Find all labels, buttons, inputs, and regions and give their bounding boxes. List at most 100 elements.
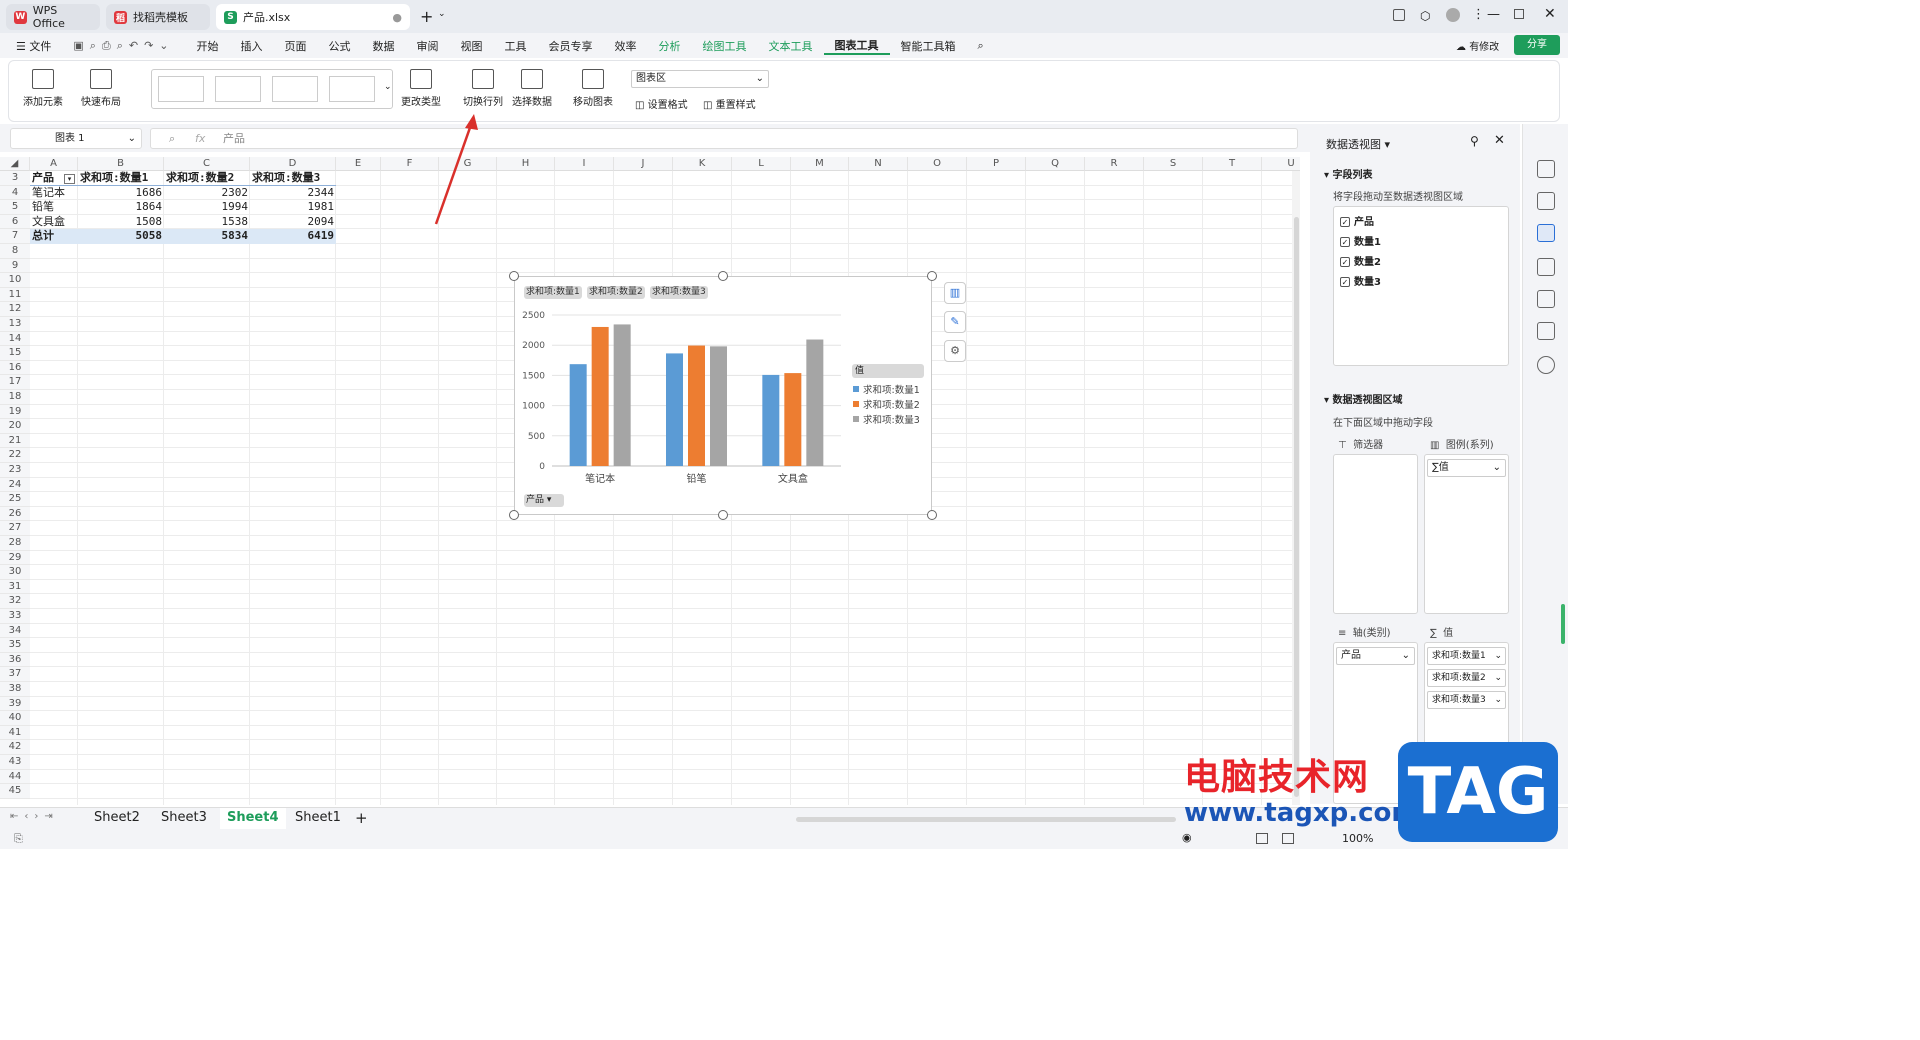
chart-elements-button[interactable]: ▥ [944, 282, 966, 304]
row-header[interactable]: 17 [0, 375, 30, 390]
pivot-cell[interactable]: 铅笔 [30, 200, 78, 215]
legend-field-item[interactable]: ∑值 ⌄ [1427, 459, 1506, 477]
pivot-cell[interactable]: 1994 [164, 200, 250, 215]
column-header[interactable]: N [849, 157, 908, 171]
tools-icon[interactable] [1537, 290, 1555, 308]
pivot-chart[interactable]: 求和项:数量1 求和项:数量2 求和项:数量3 2500 2000 1500 1000 50… [514, 276, 932, 515]
bar[interactable] [762, 374, 780, 466]
chart-style-gallery[interactable]: ⌄ [151, 69, 393, 109]
sheet-tab[interactable]: Sheet3 [161, 810, 207, 825]
share-button[interactable]: 分享 [1514, 35, 1560, 55]
add-sheet-icon[interactable]: + [355, 809, 368, 827]
select-icon[interactable] [1537, 160, 1555, 178]
panel-close-icon[interactable]: ✕ [1494, 133, 1505, 148]
pivot-total-cell[interactable]: 5058 [78, 229, 164, 244]
pivot-cell[interactable]: 2094 [250, 215, 336, 230]
row-header[interactable]: 39 [0, 696, 30, 712]
new-tab-icon[interactable]: + [420, 7, 433, 26]
name-box[interactable]: 图表 1 ⌄ [10, 128, 142, 149]
chart-style-thumb[interactable] [329, 76, 375, 102]
row-header[interactable]: 10 [0, 273, 30, 288]
column-header[interactable]: T [1203, 157, 1262, 171]
row-header[interactable]: 5 [0, 200, 30, 215]
legend-item[interactable]: 求和项:数量3 [853, 412, 920, 426]
add-element-button[interactable]: 添加元素 [23, 69, 63, 108]
menu-home[interactable]: 开始 [186, 38, 230, 54]
zoom-formula-icon[interactable]: ⌕ [169, 129, 175, 148]
resize-handle-br[interactable] [927, 510, 937, 520]
fx-icon[interactable]: fx [195, 129, 205, 148]
resize-handle-tl[interactable] [509, 271, 519, 281]
row-header[interactable]: 3 [0, 171, 30, 186]
row-header[interactable]: 26 [0, 506, 30, 522]
switch-row-col-button[interactable]: 切换行列 [463, 69, 503, 108]
row-header[interactable]: 31 [0, 579, 30, 595]
bar[interactable] [613, 324, 631, 466]
scroll-indicator[interactable] [1561, 604, 1565, 644]
legend-item[interactable]: 求和项:数量2 [853, 397, 920, 411]
column-header[interactable]: Q [1026, 157, 1085, 171]
panel-title[interactable]: 数据透视图 ▾ [1326, 136, 1390, 152]
resize-handle-tr[interactable] [927, 271, 937, 281]
row-header[interactable]: 36 [0, 652, 30, 668]
search-icon[interactable]: ⌕ [967, 39, 995, 53]
pivot-total-cell[interactable]: 6419 [250, 229, 336, 244]
row-header[interactable]: 15 [0, 346, 30, 361]
pivot-cell[interactable]: 文具盒 [30, 215, 78, 230]
menu-text-tools[interactable]: 文本工具 [758, 38, 824, 54]
menu-view[interactable]: 视图 [450, 38, 494, 54]
column-header[interactable]: I [555, 157, 614, 171]
unsaved-dot-icon[interactable]: ● [392, 11, 402, 24]
reset-style-button[interactable]: ◫ 重置样式 [703, 96, 756, 111]
row-header[interactable]: 16 [0, 360, 30, 376]
resize-handle-tm[interactable] [718, 271, 728, 281]
column-header[interactable]: A [30, 157, 78, 171]
column-header[interactable]: U [1262, 157, 1300, 171]
tab-product-xlsx[interactable]: S 产品.xlsx ● [216, 4, 410, 30]
chart-style-thumb[interactable] [272, 76, 318, 102]
sheet-nav-icons[interactable]: ⇤‹›⇥ [10, 811, 59, 822]
column-header[interactable]: H [497, 157, 555, 171]
sheet-tab[interactable]: Sheet1 [295, 810, 341, 825]
menu-drawing-tools[interactable]: 绘图工具 [692, 38, 758, 54]
axis-field-button[interactable]: 产品 ▾ [524, 494, 564, 507]
help-icon[interactable] [1537, 356, 1555, 374]
layout-icon[interactable] [1393, 9, 1405, 21]
resize-handle-bm[interactable] [718, 510, 728, 520]
row-header[interactable]: 45 [0, 784, 30, 799]
bar[interactable] [784, 373, 802, 466]
quick-layout-button[interactable]: 快速布局 [81, 69, 121, 108]
menu-analyze[interactable]: 分析 [648, 38, 692, 54]
pivot-cell[interactable]: 笔记本 [30, 186, 78, 201]
column-header[interactable]: E [336, 157, 381, 171]
row-header[interactable]: 28 [0, 536, 30, 551]
column-header[interactable]: D [250, 157, 336, 171]
field-item[interactable]: ✓ 数量1 [1340, 233, 1381, 248]
modified-status[interactable]: ☁ 有修改 [1456, 38, 1499, 53]
bar[interactable] [688, 345, 705, 466]
eye-icon[interactable]: ◉ [1182, 831, 1192, 844]
menu-chart-tools[interactable]: 图表工具 [823, 37, 890, 55]
menu-member[interactable]: 会员专享 [538, 38, 604, 54]
column-header[interactable]: P [967, 157, 1026, 171]
menu-smart-toolbox[interactable]: 智能工具箱 [890, 38, 967, 54]
pivot-cell[interactable]: 1508 [78, 215, 164, 230]
minimize-icon[interactable]: — [1487, 7, 1500, 22]
filter-area-box[interactable] [1333, 454, 1418, 614]
more-icon[interactable]: ⋮ [1472, 7, 1485, 22]
filter-dropdown-icon[interactable]: ▾ [64, 174, 75, 184]
bar[interactable] [806, 339, 824, 466]
row-header[interactable]: 18 [0, 390, 30, 405]
zoom-level[interactable]: 100% [1342, 832, 1373, 845]
row-header[interactable]: 34 [0, 623, 30, 639]
row-header[interactable]: 21 [0, 433, 30, 449]
pin-icon[interactable]: ⚲ [1470, 134, 1479, 148]
column-header[interactable]: R [1085, 157, 1144, 171]
field-item[interactable]: ✓ 产品 [1340, 213, 1374, 228]
column-header[interactable]: O [908, 157, 967, 171]
row-header[interactable]: 27 [0, 521, 30, 536]
set-format-button[interactable]: ◫ 设置格式 [635, 96, 688, 111]
bar[interactable] [710, 346, 727, 466]
field-item[interactable]: ✓ 数量2 [1340, 253, 1381, 268]
bar[interactable] [591, 326, 609, 466]
